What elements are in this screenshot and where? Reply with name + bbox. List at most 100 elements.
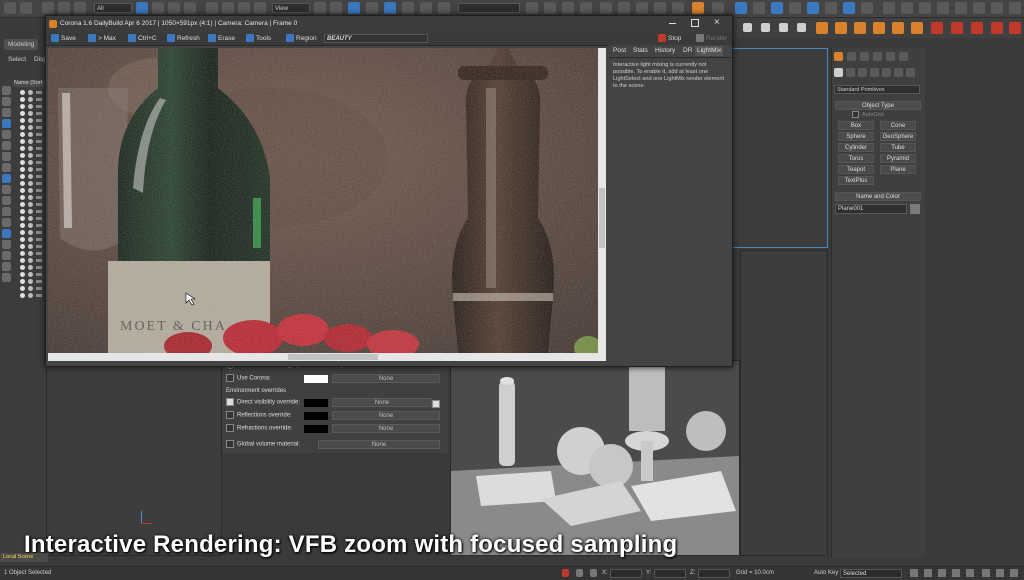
vfb-render-view[interactable]: MOET & CHA xyxy=(48,48,598,353)
reflections-swatch[interactable] xyxy=(304,412,328,420)
modify-tab-icon[interactable] xyxy=(847,52,856,61)
visibility-bulb-icon[interactable] xyxy=(20,230,25,235)
visibility-bulb-icon[interactable] xyxy=(20,265,25,270)
visibility-bulb-icon[interactable] xyxy=(20,188,25,193)
visibility-bulb-icon[interactable] xyxy=(20,244,25,249)
use-corona-checkbox[interactable] xyxy=(226,374,234,382)
corona-scatter-icon[interactable] xyxy=(843,2,855,14)
vfb-tab-history[interactable]: History xyxy=(653,46,677,56)
render-bulb-icon[interactable] xyxy=(28,181,33,186)
render-bulb-icon[interactable] xyxy=(28,223,33,228)
shapes-icon[interactable] xyxy=(846,68,855,77)
corona-render-icon[interactable] xyxy=(692,2,704,14)
corona-render-button-icon[interactable] xyxy=(816,22,828,34)
shapes-filter-icon[interactable] xyxy=(2,130,11,139)
direct-visibility-map-field[interactable]: None xyxy=(332,398,432,407)
corona-light-icon[interactable] xyxy=(753,2,765,14)
zoom-extents-icon[interactable] xyxy=(982,569,990,577)
render-bulb-icon[interactable] xyxy=(28,125,33,130)
tool-drape-icon[interactable] xyxy=(1009,2,1021,14)
z-coordinate-field[interactable] xyxy=(698,569,730,578)
channel-dropdown[interactable]: BEAUTY xyxy=(324,34,428,43)
render-bulb-icon[interactable] xyxy=(28,251,33,256)
render-setup-icon[interactable] xyxy=(654,2,666,14)
global-volume-material-field[interactable]: None xyxy=(318,440,440,449)
viewport-perspective[interactable] xyxy=(450,360,740,556)
frozen-filter-icon[interactable] xyxy=(2,229,11,238)
corona-settings-icon[interactable] xyxy=(991,22,1003,34)
align-icon[interactable] xyxy=(544,2,556,14)
visibility-bulb-icon[interactable] xyxy=(20,272,25,277)
object-color-swatch[interactable] xyxy=(910,204,920,214)
list-item[interactable] xyxy=(14,125,44,130)
visibility-bulb-icon[interactable] xyxy=(20,202,25,207)
isolate-icon[interactable] xyxy=(590,569,597,577)
render-bulb-icon[interactable] xyxy=(28,174,33,179)
render-bulb-icon[interactable] xyxy=(28,132,33,137)
list-item[interactable] xyxy=(14,111,44,116)
primitive-button-geosphere[interactable]: GeoSphere xyxy=(880,132,916,141)
orbit-icon[interactable] xyxy=(1010,569,1018,577)
utilities-tab-icon[interactable] xyxy=(899,52,908,61)
tool-cloth-icon[interactable] xyxy=(883,2,895,14)
auto-key-button[interactable]: Auto Key xyxy=(814,569,838,578)
refractions-map-field[interactable]: None xyxy=(332,424,440,433)
visibility-bulb-icon[interactable] xyxy=(20,167,25,172)
list-item[interactable] xyxy=(14,202,44,207)
visibility-bulb-icon[interactable] xyxy=(20,118,25,123)
tool-reset-icon[interactable] xyxy=(973,2,985,14)
viewport-right[interactable] xyxy=(740,250,828,556)
refractions-option[interactable]: Refractions override: xyxy=(226,424,292,433)
vfb-tab-stats[interactable]: Stats xyxy=(631,46,650,56)
list-item[interactable] xyxy=(14,195,44,200)
render-bulb-icon[interactable] xyxy=(28,237,33,242)
layers-icon[interactable] xyxy=(2,273,11,282)
select-object-icon[interactable] xyxy=(136,2,148,14)
rectangular-selection-icon[interactable] xyxy=(168,2,180,14)
refresh-button[interactable]: Refresh xyxy=(167,34,200,44)
hierarchy-tab-icon[interactable] xyxy=(860,52,869,61)
render-bulb-icon[interactable] xyxy=(28,153,33,158)
helpers-filter-icon[interactable] xyxy=(2,163,11,172)
groups-filter-icon[interactable] xyxy=(2,185,11,194)
render-bulb-icon[interactable] xyxy=(28,160,33,165)
list-item[interactable] xyxy=(14,216,44,221)
global-volume-option[interactable]: Global volume material: xyxy=(226,440,300,449)
list-item[interactable] xyxy=(14,139,44,144)
object-type-rollout-header[interactable]: Object Type xyxy=(835,101,921,110)
invert-display-icon[interactable] xyxy=(2,108,11,117)
undo-icon[interactable] xyxy=(4,2,16,14)
render-bulb-icon[interactable] xyxy=(28,230,33,235)
render-bulb-icon[interactable] xyxy=(28,209,33,214)
tool-anchor-icon[interactable] xyxy=(991,2,1003,14)
use-corona-color-swatch[interactable] xyxy=(304,375,328,383)
primitive-button-sphere[interactable]: Sphere xyxy=(838,132,874,141)
object-name-field[interactable]: Plane001 xyxy=(835,204,907,214)
visibility-bulb-icon[interactable] xyxy=(20,181,25,186)
list-item[interactable] xyxy=(14,118,44,123)
edit-named-selection-icon[interactable] xyxy=(438,2,450,14)
visibility-bulb-icon[interactable] xyxy=(20,132,25,137)
viewport-left[interactable] xyxy=(46,360,222,556)
name-and-color-rollout-header[interactable]: Name and Color xyxy=(835,192,921,201)
xrefs-filter-icon[interactable] xyxy=(2,196,11,205)
display-none-icon[interactable] xyxy=(2,86,11,95)
list-item[interactable] xyxy=(14,97,44,102)
cameras-icon[interactable] xyxy=(870,68,879,77)
curve-editor-icon[interactable] xyxy=(600,2,612,14)
play-animation-icon[interactable] xyxy=(938,569,946,577)
render-bulb-icon[interactable] xyxy=(28,188,33,193)
visibility-bulb-icon[interactable] xyxy=(20,153,25,158)
render-bulb-icon[interactable] xyxy=(28,167,33,172)
corona-sky-icon[interactable] xyxy=(825,2,837,14)
render-bulb-icon[interactable] xyxy=(28,272,33,277)
geometry-filter-icon[interactable] xyxy=(2,119,11,128)
render-bulb-icon[interactable] xyxy=(28,216,33,221)
window-crossing-icon[interactable] xyxy=(184,2,196,14)
visibility-bulb-icon[interactable] xyxy=(20,139,25,144)
helpers-icon[interactable] xyxy=(882,68,891,77)
pivot-center-icon[interactable] xyxy=(314,2,326,14)
direct-visibility-option[interactable]: Direct visibility override: xyxy=(226,398,300,407)
visibility-bulb-icon[interactable] xyxy=(20,90,25,95)
render-bulb-icon[interactable] xyxy=(28,139,33,144)
